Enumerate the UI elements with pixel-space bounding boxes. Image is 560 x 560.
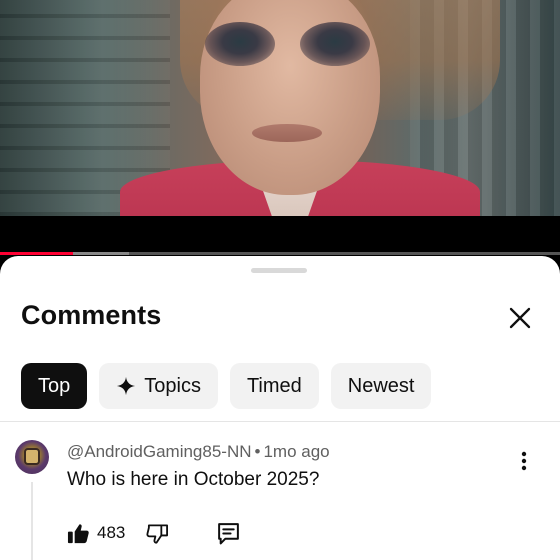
like-button[interactable]: 483 [67, 522, 125, 545]
chip-newest-label: Newest [347, 374, 415, 397]
chip-timed-label: Timed [246, 374, 302, 397]
chip-top-label: Top [38, 374, 71, 397]
video-buffer-fill [72, 252, 129, 255]
comments-title: Comments [21, 300, 162, 330]
comment-actions: 483 [67, 518, 241, 548]
meta-separator: • [254, 442, 261, 461]
close-icon [509, 307, 531, 329]
video-eye-left [205, 22, 275, 66]
video-eye-right [300, 22, 370, 66]
thumbs-up-icon [67, 523, 89, 543]
video-lips [252, 124, 322, 142]
avatar[interactable] [15, 440, 49, 474]
chip-top[interactable]: Top [21, 363, 88, 409]
chip-timed[interactable]: Timed [229, 363, 319, 409]
reply-button[interactable] [216, 521, 241, 546]
sort-chips: Top Topics Timed Newest [21, 363, 432, 409]
chip-topics-label: Topics [144, 374, 201, 397]
chip-newest[interactable]: Newest [330, 363, 432, 409]
more-options-button[interactable] [512, 448, 536, 474]
dislike-button[interactable] [146, 522, 169, 545]
comment-meta: @AndroidGaming85-NN • 1mo ago [67, 442, 330, 462]
chip-topics[interactable]: Topics [99, 363, 218, 409]
comments-sheet: Comments Top Topics Timed Newest @Androi… [0, 256, 560, 560]
thread-line [31, 482, 33, 560]
comment-text: Who is here in October 2025? [67, 469, 320, 490]
thumbs-down-icon [146, 523, 169, 544]
video-progress-fill [0, 252, 73, 255]
reply-icon [218, 522, 240, 544]
comment-author[interactable]: @AndroidGaming85-NN [67, 442, 252, 461]
comment-item: @AndroidGaming85-NN • 1mo ago Who is here … [0, 422, 560, 560]
close-button[interactable] [502, 300, 538, 336]
comment-time: 1mo ago [263, 442, 330, 461]
more-vert-icon [521, 451, 527, 471]
avatar-emblem [24, 448, 40, 465]
drag-handle[interactable] [251, 268, 307, 273]
video-player[interactable] [0, 0, 560, 216]
video-progress-bar[interactable] [0, 252, 560, 255]
sparkle-icon [117, 376, 136, 396]
like-count: 483 [97, 523, 126, 542]
